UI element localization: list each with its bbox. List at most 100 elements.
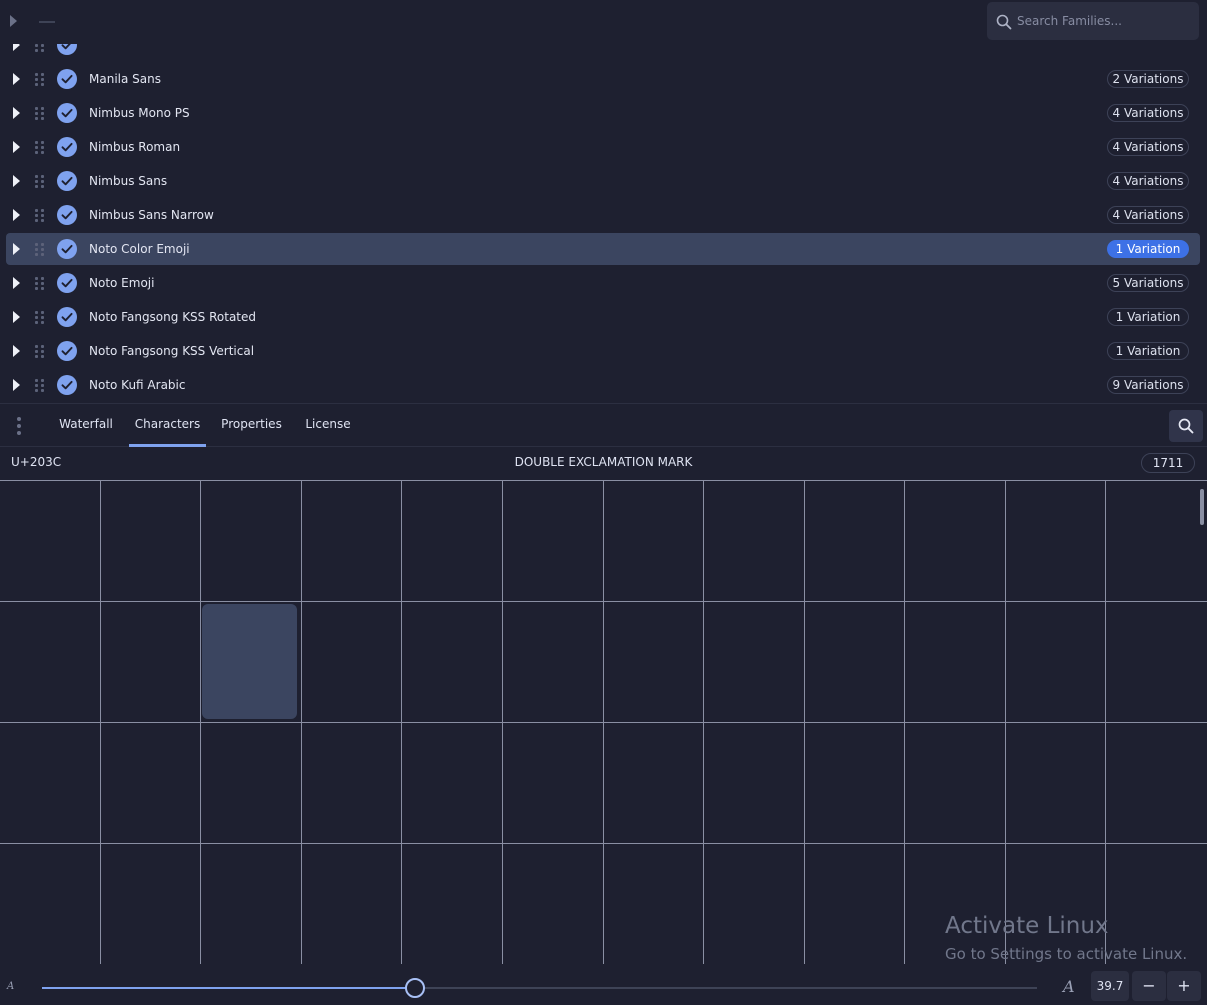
drag-handle-icon[interactable] — [35, 345, 44, 358]
check-circle-icon[interactable] — [57, 307, 77, 327]
check-circle-icon[interactable] — [57, 44, 77, 55]
activate-linux-watermark: Activate Linux Go to Settings to activat… — [945, 913, 1187, 964]
triangle-right-icon[interactable] — [13, 44, 20, 51]
grid-column-divider — [301, 481, 302, 964]
grid-column-divider — [804, 481, 805, 964]
drag-handle-icon[interactable] — [35, 311, 44, 324]
family-row[interactable]: Noto Emoji 5 Variations — [6, 267, 1200, 299]
drag-handle-icon[interactable] — [35, 243, 44, 256]
family-row[interactable]: Nimbus Sans Narrow 4 Variations — [6, 199, 1200, 231]
check-circle-icon[interactable] — [57, 341, 77, 361]
tab-properties[interactable]: Properties — [216, 404, 287, 447]
grid-column-divider — [1005, 481, 1006, 964]
drag-handle-icon[interactable] — [35, 277, 44, 290]
selected-glyph-cell[interactable] — [202, 604, 297, 719]
variation-count-badge: 1 Variation — [1107, 342, 1189, 360]
family-row[interactable]: Noto Fangsong KSS Vertical 1 Variation — [6, 335, 1200, 367]
triangle-right-icon[interactable] — [13, 107, 20, 119]
family-name: Noto Emoji — [89, 276, 155, 290]
family-name: Nimbus Sans — [89, 174, 168, 188]
slider-handle[interactable] — [405, 978, 425, 998]
variation-count-badge: 1 Variation — [1107, 308, 1189, 326]
check-circle-icon[interactable] — [57, 273, 77, 293]
triangle-right-icon[interactable] — [13, 277, 20, 289]
drag-handle-icon[interactable] — [35, 379, 44, 392]
watermark-title: Activate Linux — [945, 913, 1109, 939]
grid-column-divider — [603, 481, 604, 964]
family-row[interactable]: Nimbus Mono PS 4 Variations — [6, 97, 1200, 129]
search-icon — [1178, 418, 1194, 434]
triangle-right-icon[interactable] — [13, 209, 20, 221]
triangle-right-icon[interactable] — [13, 379, 20, 391]
large-size-glyph: A — [1063, 977, 1075, 996]
family-search-input[interactable] — [1017, 2, 1193, 40]
family-row[interactable] — [6, 44, 1200, 61]
decrease-size-button[interactable]: − — [1132, 971, 1166, 1001]
triangle-right-icon[interactable] — [13, 243, 20, 255]
vertical-dots-icon[interactable] — [17, 417, 21, 435]
family-name: Noto Kufi Arabic — [89, 378, 186, 392]
variation-count-badge: 1 Variation — [1107, 240, 1189, 258]
variation-count-badge: 4 Variations — [1107, 138, 1189, 156]
variation-count-badge: 5 Variations — [1107, 274, 1189, 292]
family-row[interactable]: Noto Color Emoji 1 Variation — [6, 233, 1200, 265]
family-row[interactable]: Noto Fangsong KSS Rotated 1 Variation — [6, 301, 1200, 333]
check-circle-icon[interactable] — [57, 171, 77, 191]
drag-handle-icon[interactable] — [35, 73, 44, 86]
increase-size-button[interactable]: + — [1167, 971, 1201, 1001]
grid-column-divider — [502, 481, 503, 964]
font-manager-window: Manila Sans 2 Variations Nimbus Mono PS 4 V… — [0, 0, 1207, 1005]
collapse-all-icon[interactable] — [39, 21, 55, 23]
slider-fill — [42, 987, 415, 989]
grid-column-divider — [904, 481, 905, 964]
check-circle-icon[interactable] — [57, 239, 77, 259]
family-name: Manila Sans — [89, 72, 161, 86]
triangle-right-icon[interactable] — [13, 311, 20, 323]
grid-scrollbar[interactable] — [1200, 489, 1204, 525]
family-row[interactable]: Noto Kufi Arabic 9 Variations — [6, 369, 1200, 401]
glyph-grid[interactable]: Activate Linux Go to Settings to activat… — [0, 480, 1207, 964]
family-name: Noto Fangsong KSS Vertical — [89, 344, 255, 358]
preview-size-input[interactable] — [1091, 971, 1129, 1001]
drag-handle-icon[interactable] — [35, 107, 44, 120]
variation-count-badge: 9 Variations — [1107, 376, 1189, 394]
check-circle-icon[interactable] — [57, 103, 77, 123]
grid-column-divider — [1105, 481, 1106, 964]
variation-count-badge: 4 Variations — [1107, 104, 1189, 122]
drag-handle-icon[interactable] — [35, 141, 44, 154]
triangle-right-icon[interactable] — [13, 345, 20, 357]
triangle-right-icon[interactable] — [13, 73, 20, 85]
character-search-button[interactable] — [1169, 410, 1203, 442]
family-row[interactable]: Nimbus Roman 4 Variations — [6, 131, 1200, 163]
tab-waterfall[interactable]: Waterfall — [53, 404, 119, 447]
grid-column-divider — [703, 481, 704, 964]
grid-column-divider — [401, 481, 402, 964]
header-bar — [0, 0, 1207, 44]
family-name: Nimbus Sans Narrow — [89, 208, 214, 222]
grid-column-divider — [100, 481, 101, 964]
family-row[interactable]: Manila Sans 2 Variations — [6, 63, 1200, 95]
drag-handle-icon[interactable] — [35, 175, 44, 188]
triangle-right-icon[interactable] — [13, 141, 20, 153]
check-circle-icon[interactable] — [57, 137, 77, 157]
check-circle-icon[interactable] — [57, 375, 77, 395]
preview-size-slider[interactable] — [42, 978, 1037, 998]
expand-all-icon[interactable] — [10, 15, 17, 27]
tab-characters[interactable]: Characters — [129, 404, 206, 447]
tab-license[interactable]: License — [299, 404, 357, 447]
check-circle-icon[interactable] — [57, 69, 77, 89]
glyph-codepoint: U+203C — [11, 455, 62, 469]
family-list: Manila Sans 2 Variations Nimbus Mono PS 4 V… — [0, 44, 1207, 403]
check-circle-icon[interactable] — [57, 205, 77, 225]
family-name: Noto Color Emoji — [89, 242, 190, 256]
drag-handle-icon[interactable] — [35, 44, 44, 52]
glyph-name: DOUBLE EXCLAMATION MARK — [514, 455, 693, 469]
family-search-box[interactable] — [987, 2, 1199, 40]
watermark-subtitle: Go to Settings to activate Linux. — [945, 945, 1188, 963]
triangle-right-icon[interactable] — [13, 175, 20, 187]
glyph-info-bar: DOUBLE EXCLAMATION MARK U+203C 1711 — [0, 447, 1207, 480]
variation-count-badge: 2 Variations — [1107, 70, 1189, 88]
drag-handle-icon[interactable] — [35, 209, 44, 222]
family-row[interactable]: Nimbus Sans 4 Variations — [6, 165, 1200, 197]
grid-column-divider — [200, 481, 201, 964]
